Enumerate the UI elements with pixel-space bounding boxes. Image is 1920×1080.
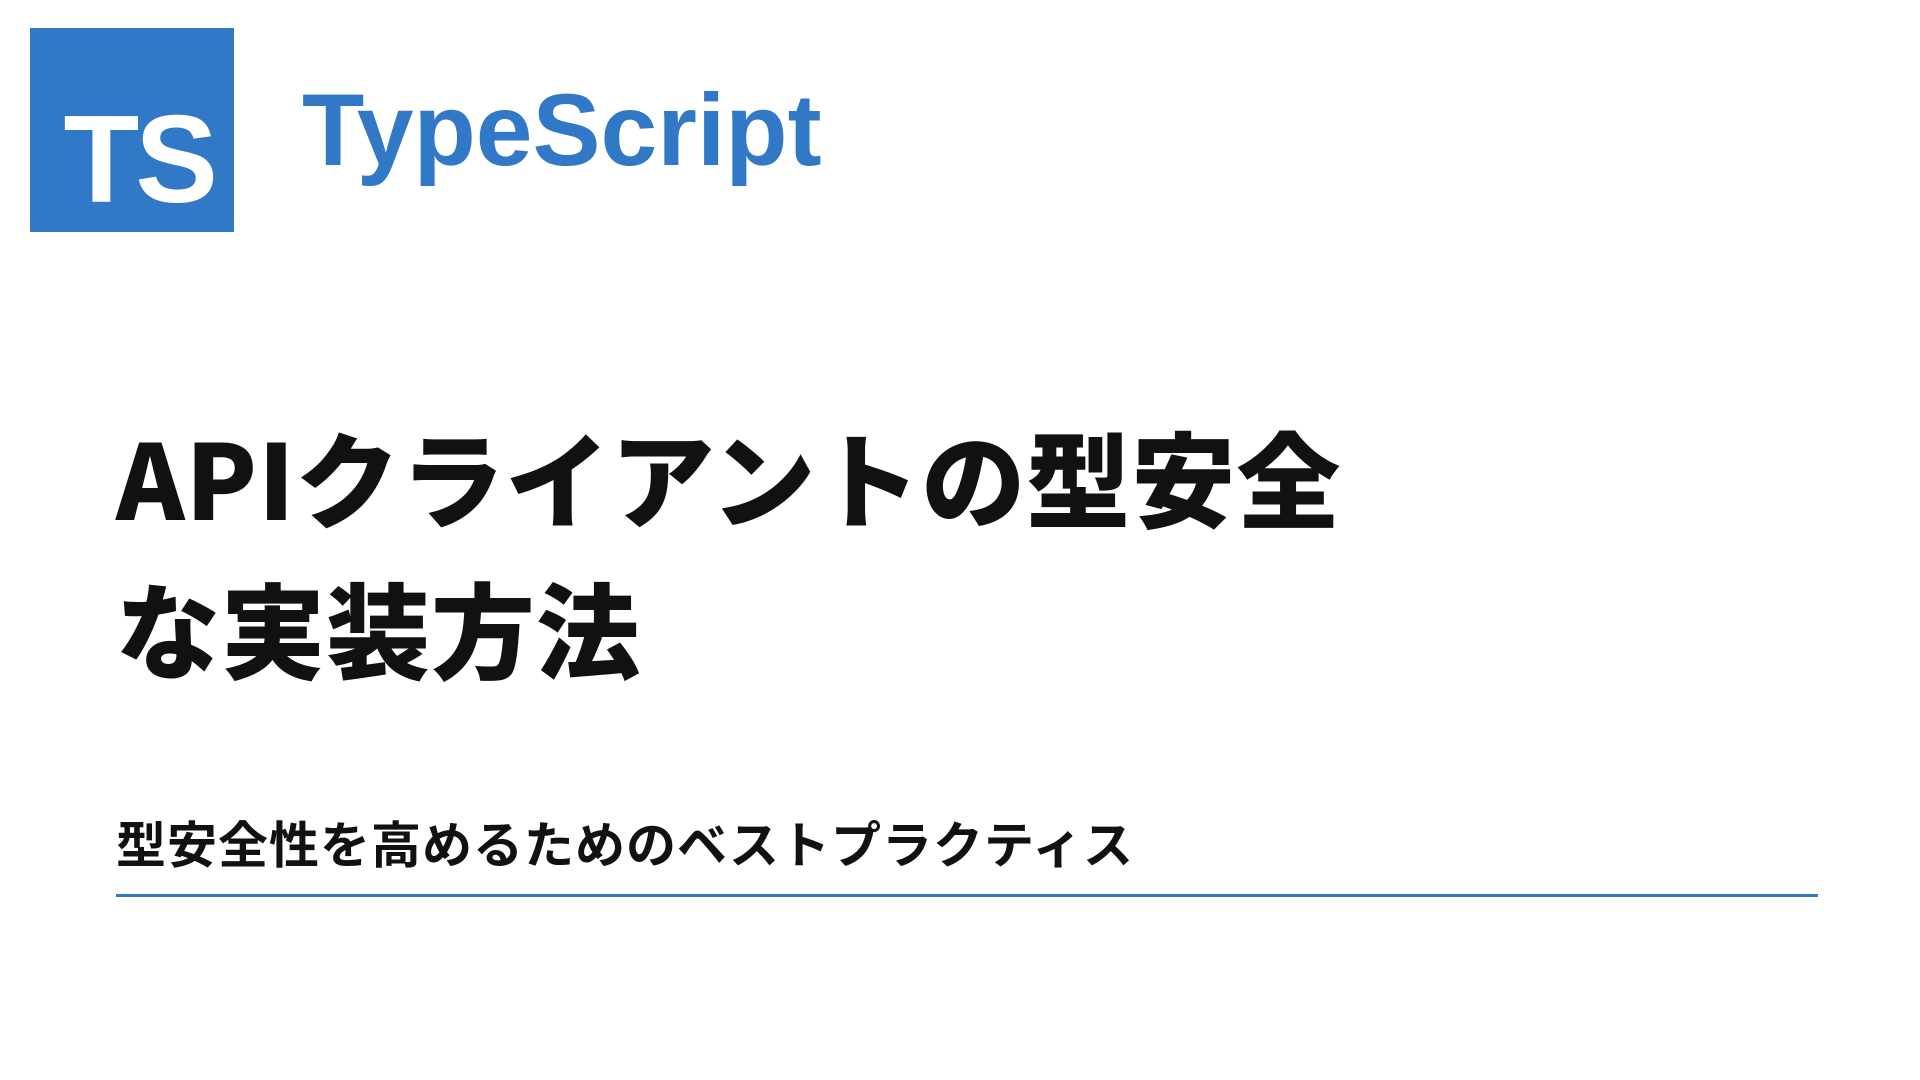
page-title: APIクライアントの型安全な実装方法	[116, 400, 1356, 702]
typescript-logo-icon: TS	[30, 28, 234, 232]
subtitle: 型安全性を高めるためのベストプラクティス	[116, 806, 1134, 878]
decorative-ring	[0, 700, 264, 1080]
typescript-logo-text: TS	[64, 98, 214, 222]
divider	[116, 894, 1818, 897]
typescript-label: TypeScript	[302, 72, 822, 189]
slide: TS TypeScript APIクライアントの型安全な実装方法 型安全性を高め…	[0, 0, 1920, 1080]
logo-row: TS TypeScript	[30, 28, 822, 232]
